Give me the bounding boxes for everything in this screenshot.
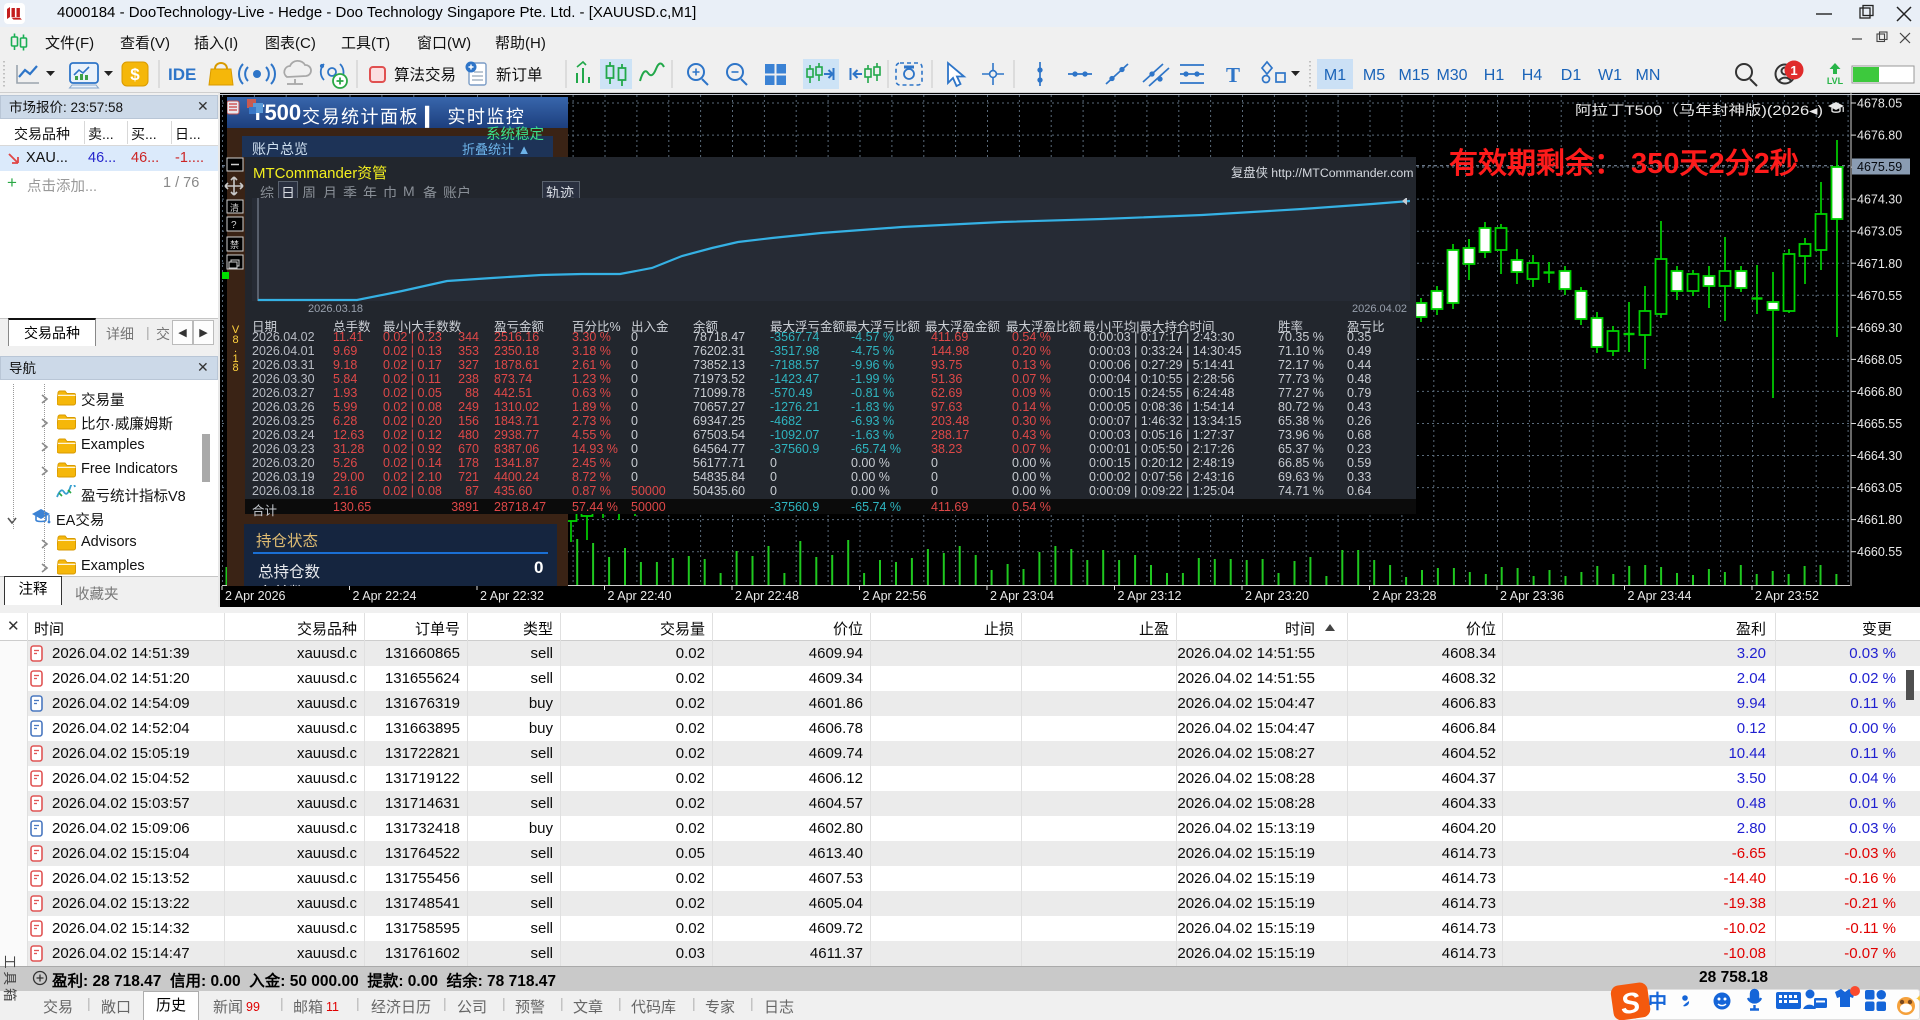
svg-text:2 Apr 22:32: 2 Apr 22:32 [480, 589, 544, 603]
svg-text:2 Apr 22:40: 2 Apr 22:40 [608, 589, 672, 603]
svg-text:4663.05: 4663.05 [1857, 481, 1902, 495]
svg-text:2 Apr 23:36: 2 Apr 23:36 [1500, 589, 1564, 603]
svg-text:4671.80: 4671.80 [1857, 257, 1902, 271]
svg-text:4668.05: 4668.05 [1857, 353, 1902, 367]
svg-text:LVL: LVL [1827, 76, 1844, 86]
svg-text:2 Apr 22:24: 2 Apr 22:24 [353, 589, 417, 603]
svg-text:2 Apr 22:48: 2 Apr 22:48 [735, 589, 799, 603]
svg-text:4670.55: 4670.55 [1857, 289, 1902, 303]
svg-text:有效期剩余： 350天2分2秒: 有效期剩余： 350天2分2秒 [1449, 146, 1799, 180]
svg-text:2 Apr 22:56: 2 Apr 22:56 [863, 589, 927, 603]
svg-text:M15: M15 [1398, 67, 1429, 84]
svg-text:2026.04.02: 2026.04.02 [1352, 303, 1407, 315]
svg-text:4665.55: 4665.55 [1857, 417, 1902, 431]
svg-text:M5: M5 [1363, 67, 1385, 84]
svg-text:4674.30: 4674.30 [1857, 193, 1902, 207]
svg-text:禁: 禁 [230, 240, 239, 250]
svg-text:2 Apr 23:12: 2 Apr 23:12 [1118, 589, 1182, 603]
svg-text:4678.05: 4678.05 [1857, 97, 1902, 111]
svg-text:清: 清 [230, 202, 239, 213]
svg-text:4676.80: 4676.80 [1857, 129, 1902, 143]
svg-text:4664.30: 4664.30 [1857, 449, 1902, 463]
svg-text:1: 1 [1790, 63, 1797, 78]
svg-text:2 Apr 23:04: 2 Apr 23:04 [990, 589, 1054, 603]
svg-text:4673.05: 4673.05 [1857, 225, 1902, 239]
svg-text:$: $ [130, 65, 140, 84]
svg-text:IDE: IDE [168, 65, 196, 84]
svg-text:4666.80: 4666.80 [1857, 385, 1902, 399]
svg-text:4660.55: 4660.55 [1857, 545, 1902, 559]
svg-text:M30: M30 [1436, 67, 1467, 84]
svg-text:中: 中 [1648, 990, 1667, 1013]
svg-text:新订单: 新订单 [496, 66, 543, 84]
svg-text:H4: H4 [1522, 67, 1543, 84]
svg-text:2 Apr 23:44: 2 Apr 23:44 [1628, 589, 1692, 603]
svg-text:2 Apr 2026: 2 Apr 2026 [225, 589, 286, 603]
svg-text:2 Apr 23:52: 2 Apr 23:52 [1755, 589, 1819, 603]
svg-text:M1: M1 [1324, 67, 1346, 84]
svg-text:?: ? [231, 220, 237, 231]
svg-text:4661.80: 4661.80 [1857, 513, 1902, 527]
svg-text:H1: H1 [1484, 67, 1505, 84]
svg-text:✦: ✦ [1915, 994, 1920, 1005]
svg-text:2026.03.18: 2026.03.18 [308, 303, 363, 315]
svg-text:4669.30: 4669.30 [1857, 321, 1902, 335]
svg-text:W1: W1 [1598, 67, 1622, 84]
svg-text:阿拉丁T500（马年封神版)(2026◂): 阿拉丁T500（马年封神版)(2026◂) [1575, 103, 1823, 118]
svg-text:T: T [1226, 63, 1240, 87]
svg-text:算法交易: 算法交易 [394, 65, 456, 84]
svg-text:MN: MN [1636, 67, 1661, 84]
svg-text:D1: D1 [1561, 67, 1582, 84]
svg-text:2 Apr 23:20: 2 Apr 23:20 [1245, 589, 1309, 603]
svg-text:2 Apr 23:28: 2 Apr 23:28 [1373, 589, 1437, 603]
svg-text:4675.59: 4675.59 [1857, 160, 1902, 174]
